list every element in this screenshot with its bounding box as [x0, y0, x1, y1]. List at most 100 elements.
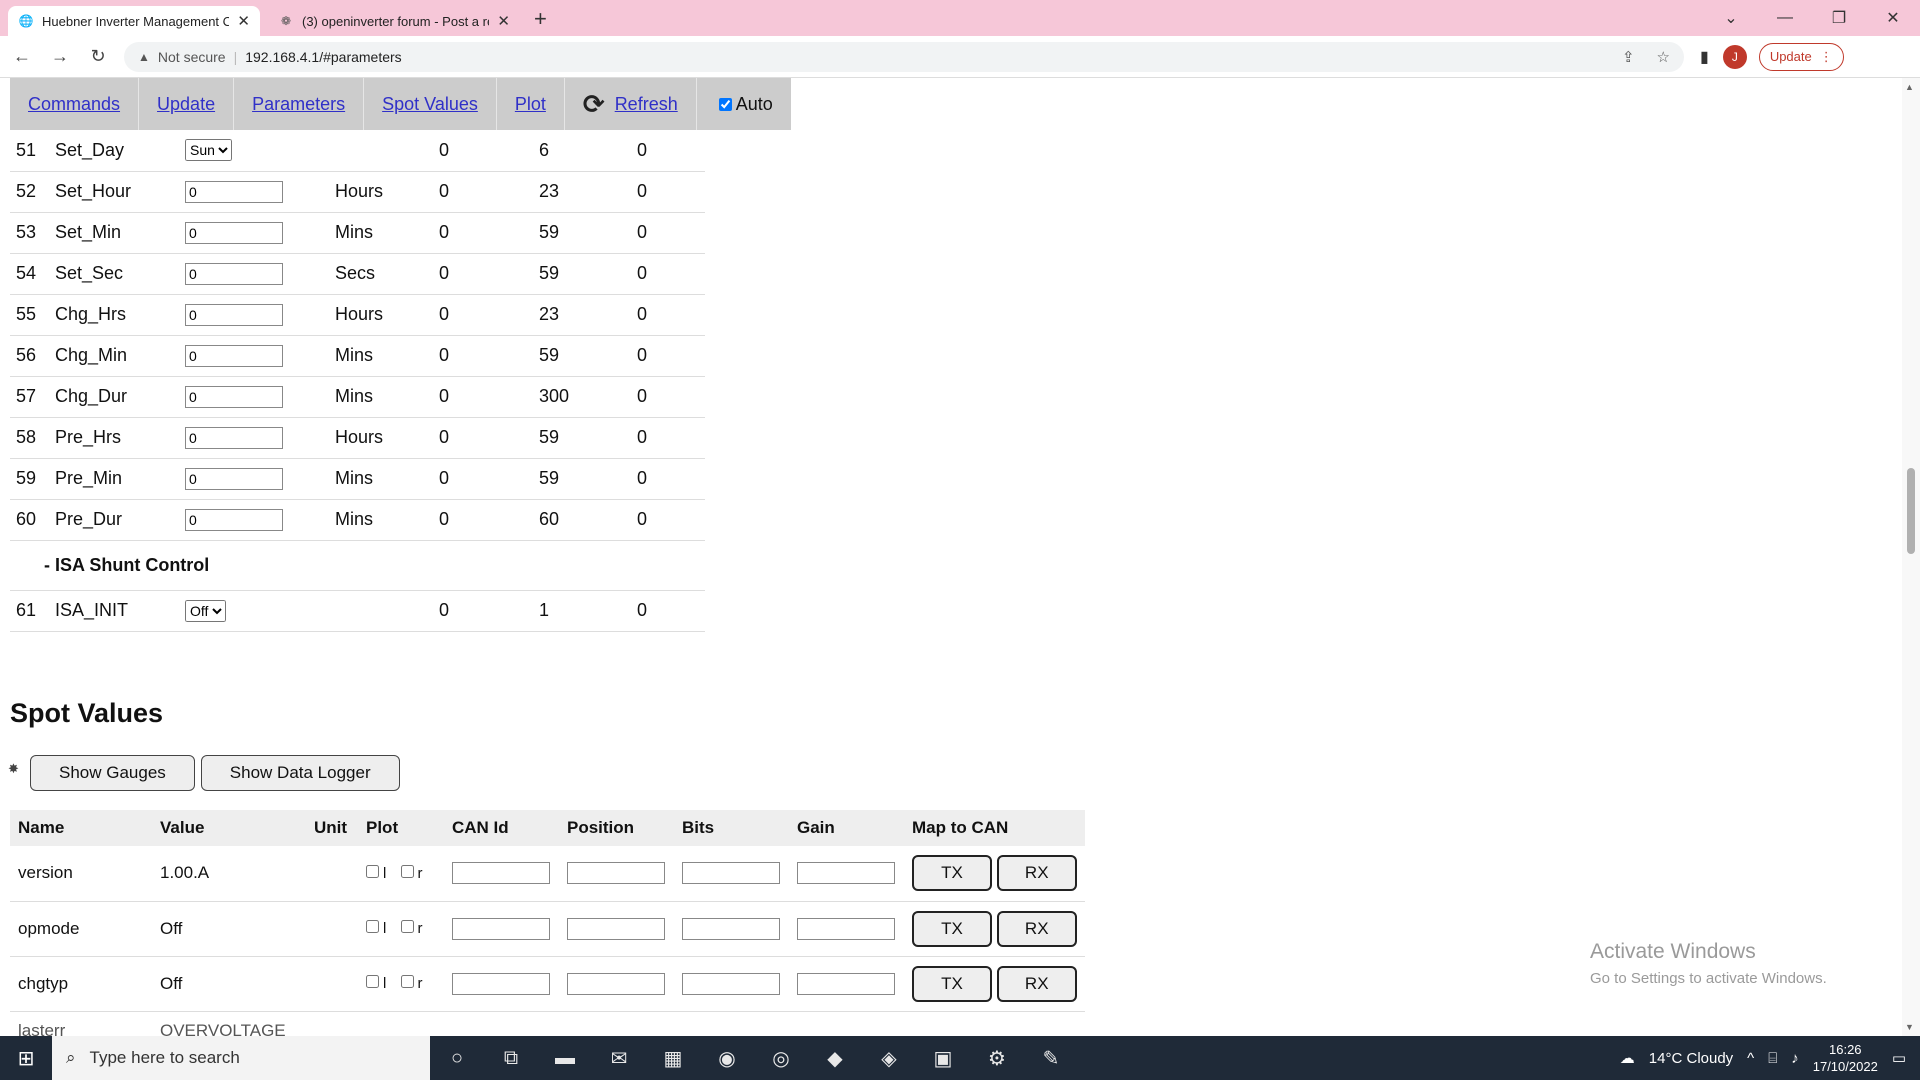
can-id-input[interactable]: [452, 972, 550, 995]
tab-inverter-management[interactable]: 🌐 Huebner Inverter Management C ✕: [8, 6, 260, 36]
position-input[interactable]: [567, 972, 665, 995]
settings-gear-icon[interactable]: ⚙: [970, 1046, 1024, 1071]
set-day-select[interactable]: Sun: [185, 139, 232, 162]
notifications-icon[interactable]: ▭: [1892, 1049, 1906, 1067]
chg-hrs-input[interactable]: [185, 303, 283, 326]
paint-icon[interactable]: ✎: [1024, 1046, 1078, 1071]
share-icon[interactable]: ⇪: [1622, 48, 1635, 66]
set-sec-input[interactable]: [185, 262, 283, 285]
spot-values-link[interactable]: Spot Values: [382, 94, 478, 115]
forward-icon[interactable]: →: [44, 46, 76, 67]
refresh-icon[interactable]: ⟳: [583, 89, 605, 120]
close-window-icon[interactable]: ✕: [1866, 8, 1920, 28]
show-gauges-button[interactable]: Show Gauges: [30, 755, 195, 791]
photos-icon[interactable]: ▣: [916, 1046, 970, 1071]
show-data-logger-button[interactable]: Show Data Logger: [200, 755, 400, 791]
url-text[interactable]: 192.168.4.1/#parameters: [245, 49, 1600, 65]
reload-icon[interactable]: ↻: [82, 46, 114, 67]
table-row: 57 Chg_Dur Mins 0 300 0: [10, 376, 705, 418]
plot-left-checkbox[interactable]: [366, 920, 379, 933]
omnibox[interactable]: ▲ Not secure | 192.168.4.1/#parameters ⇪…: [124, 41, 1684, 72]
weather-icon[interactable]: ☁: [1620, 1049, 1635, 1067]
plot-left-checkbox[interactable]: [366, 975, 379, 988]
new-tab-button[interactable]: +: [534, 6, 547, 32]
pre-dur-input[interactable]: [185, 508, 283, 531]
set-min-input[interactable]: [185, 221, 283, 244]
network-icon[interactable]: ⌸: [1768, 1050, 1777, 1067]
col-bits: Bits: [674, 810, 789, 846]
gain-input[interactable]: [797, 862, 895, 885]
gain-input[interactable]: [797, 972, 895, 995]
rx-button[interactable]: RX: [996, 965, 1077, 1002]
scrollbar-thumb[interactable]: [1907, 468, 1915, 554]
auto-label[interactable]: Auto: [736, 94, 773, 115]
cortana-icon[interactable]: ○: [430, 1047, 484, 1070]
loading-spinner-icon: ✸: [8, 761, 19, 776]
isa-init-select[interactable]: Off: [185, 599, 226, 622]
tx-button[interactable]: TX: [912, 910, 992, 947]
set-hour-input[interactable]: [185, 180, 283, 203]
param-number: 61: [10, 590, 55, 632]
plot-link[interactable]: Plot: [515, 94, 546, 115]
clock[interactable]: 16:26 17/10/2022: [1813, 1041, 1878, 1075]
gain-input[interactable]: [797, 917, 895, 940]
scroll-up-icon[interactable]: ▲: [1905, 82, 1914, 92]
auto-checkbox[interactable]: [718, 97, 732, 111]
avatar[interactable]: J: [1722, 44, 1747, 69]
can-id-input[interactable]: [452, 917, 550, 940]
bits-input[interactable]: [682, 917, 780, 940]
windows-start-icon[interactable]: ⊞: [0, 1046, 52, 1071]
clock-date: 17/10/2022: [1812, 1059, 1878, 1074]
position-input[interactable]: [567, 862, 665, 885]
task-view-icon[interactable]: ⧉: [484, 1047, 538, 1070]
tx-button[interactable]: TX: [912, 855, 992, 892]
plot-right-checkbox[interactable]: [400, 920, 414, 933]
scroll-down-icon[interactable]: ▼: [1905, 1022, 1914, 1032]
tab-openinverter-forum[interactable]: ❁ (3) openinverter forum - Post a re ✕: [268, 6, 520, 36]
rx-button[interactable]: RX: [996, 910, 1077, 947]
param-unit: Hours: [335, 171, 439, 213]
chg-dur-input[interactable]: [185, 385, 283, 408]
param-unit: Mins: [335, 212, 439, 254]
rx-button[interactable]: RX: [996, 855, 1077, 892]
app-icon[interactable]: ◉: [700, 1046, 754, 1071]
param-name: Set_Day: [55, 130, 185, 172]
solidworks-icon[interactable]: ◆: [808, 1046, 862, 1071]
chg-min-input[interactable]: [185, 344, 283, 367]
tab-search-icon[interactable]: ⌄: [1704, 8, 1758, 28]
bits-input[interactable]: [682, 862, 780, 885]
commands-link[interactable]: Commands: [28, 94, 120, 115]
mail-icon[interactable]: ✉: [592, 1046, 646, 1071]
side-panel-icon[interactable]: ▮: [1700, 47, 1709, 67]
refresh-link[interactable]: Refresh: [615, 94, 678, 115]
can-id-input[interactable]: [452, 862, 550, 885]
store-icon[interactable]: ▦: [646, 1046, 700, 1071]
chrome-icon[interactable]: ◎: [754, 1046, 808, 1071]
tx-button[interactable]: TX: [912, 965, 992, 1002]
plot-right-checkbox[interactable]: [400, 975, 414, 988]
update-button[interactable]: Update ⋮: [1758, 42, 1844, 71]
back-icon[interactable]: ←: [6, 46, 38, 67]
taskbar-search[interactable]: ⌕ Type here to search: [52, 1036, 430, 1080]
close-tab-icon[interactable]: ✕: [497, 12, 510, 30]
restore-icon[interactable]: ❐: [1812, 8, 1866, 28]
page-scrollbar[interactable]: ▲ ▼: [1902, 78, 1920, 1036]
parameters-link[interactable]: Parameters: [252, 94, 345, 115]
tray-chevron-icon[interactable]: ^: [1747, 1050, 1754, 1067]
plot-right-checkbox[interactable]: [400, 864, 414, 878]
app-icon[interactable]: ◈: [862, 1046, 916, 1071]
param-name: Pre_Hrs: [55, 417, 185, 459]
file-explorer-icon[interactable]: ▬: [538, 1047, 592, 1070]
weather-text[interactable]: 14°C Cloudy: [1649, 1050, 1733, 1067]
close-tab-icon[interactable]: ✕: [237, 12, 250, 30]
bits-input[interactable]: [682, 972, 780, 995]
plot-left-checkbox[interactable]: [366, 864, 379, 878]
minimize-icon[interactable]: —: [1758, 9, 1812, 27]
pre-hrs-input[interactable]: [185, 426, 283, 449]
volume-icon[interactable]: ♪: [1791, 1050, 1799, 1067]
pre-min-input[interactable]: [185, 467, 283, 490]
bookmark-star-icon[interactable]: ☆: [1657, 48, 1670, 66]
update-link[interactable]: Update: [157, 94, 215, 115]
position-input[interactable]: [567, 917, 665, 940]
divider: |: [233, 48, 238, 65]
